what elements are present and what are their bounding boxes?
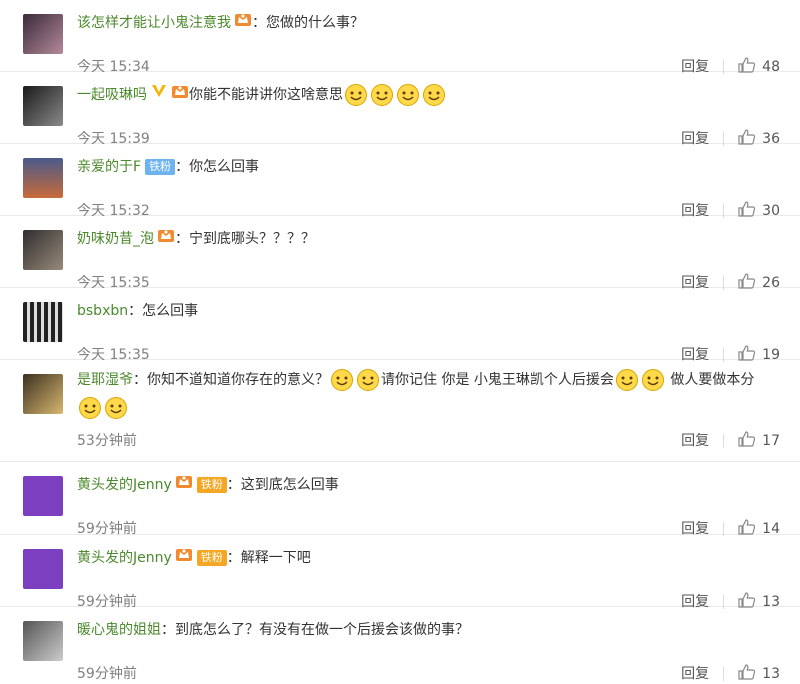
reply-button[interactable]: 回复 [681, 663, 709, 683]
vip-crown-icon [175, 546, 193, 570]
vip-crown-icon [157, 227, 175, 251]
avatar[interactable] [23, 621, 63, 661]
verified-v-icon [150, 83, 168, 107]
comment-actions: 回复 17 [681, 430, 780, 451]
comment-text: 做人要做本分 [670, 372, 755, 388]
thumbs-up-icon[interactable] [738, 431, 756, 451]
comment-item: 暖心鬼的姐姐：到底怎么了？有没有在做一个后援会该做的事？ 59分钟前 回复 13 [0, 607, 800, 684]
username-link[interactable]: 暖心鬼的姐姐 [77, 622, 161, 638]
comment-text: 你知不道知道你存在的意义？ [147, 372, 329, 388]
comment-text: 这到底怎么回事 [240, 477, 339, 493]
like-count: 13 [762, 666, 780, 682]
username-link[interactable]: 亲爱的于F [77, 159, 141, 175]
smiley-emoji-icon [78, 396, 102, 420]
smiley-emoji-icon [356, 368, 380, 392]
like-count: 17 [762, 433, 780, 449]
separator: ： [128, 303, 143, 319]
comment-text: 解释一下吧 [240, 550, 311, 566]
comment-item: bsbxbn：怎么回事 今天 15:35 回复 19 [0, 288, 800, 363]
comment-list: 该怎样才能让小鬼注意我 ：您做的什么事？ 今天 15:34 回复 48 一起吸琳吗你… [0, 0, 800, 684]
smiley-emoji-icon [370, 83, 394, 107]
comment-item: 黄头发的Jenny 铁粉 ：这到底怎么回事 59分钟前 回复 14 [0, 462, 800, 537]
comment-item: 奶味奶昔_泡 ：宁到底哪头？？？？ 今天 15:35 回复 26 [0, 216, 800, 291]
smiley-emoji-icon [615, 368, 639, 392]
username-link[interactable]: 黄头发的Jenny [77, 477, 172, 493]
comment-text: 您做的什么事？ [266, 15, 364, 31]
comment-text: 到底怎么了？有没有在做一个后援会该做的事？ [175, 622, 469, 638]
avatar[interactable] [23, 86, 63, 126]
comment-item: 是耶湿爷：你知不道知道你存在的意义？ 请你记住 你是 小鬼王琳凯个人后援会 做人要… [0, 360, 800, 462]
avatar[interactable] [23, 158, 63, 198]
separator: ： [226, 550, 241, 566]
separator: ： [175, 159, 190, 175]
smiley-emoji-icon [104, 396, 128, 420]
separator: ： [161, 622, 175, 638]
avatar[interactable] [23, 14, 63, 54]
vip-crown-icon [171, 83, 189, 107]
avatar[interactable] [23, 230, 63, 270]
smiley-emoji-icon [344, 83, 368, 107]
comment-time: 59分钟前 [77, 666, 137, 682]
action-divider [723, 522, 725, 536]
username-link[interactable]: 一起吸琳吗 [77, 87, 147, 103]
comment-item: 该怎样才能让小鬼注意我 ：您做的什么事？ 今天 15:34 回复 48 [0, 0, 800, 75]
avatar[interactable] [23, 549, 63, 589]
avatar[interactable] [23, 374, 63, 414]
vip-crown-icon [175, 473, 193, 497]
thumbs-up-icon[interactable] [738, 664, 756, 684]
comment-item: 黄头发的Jenny 铁粉 ：解释一下吧 59分钟前 回复 13 [0, 535, 800, 610]
username-link[interactable]: 是耶湿爷 [77, 372, 133, 388]
action-divider [723, 667, 725, 681]
username-link[interactable]: 奶味奶昔_泡 [77, 231, 154, 247]
smiley-emoji-icon [330, 368, 354, 392]
username-link[interactable]: 该怎样才能让小鬼注意我 [77, 15, 231, 31]
vip-crown-icon [234, 11, 252, 35]
separator: ： [133, 372, 147, 388]
comment-text: 宁到底哪头？？？？ [189, 231, 315, 247]
action-divider [723, 434, 725, 448]
comment-text: 请你记住 你是 小鬼王琳凯个人后援会 [381, 372, 614, 388]
fan-badge: 铁粉 [196, 477, 227, 493]
comment-item: 一起吸琳吗 你能不能讲讲你这啥意思 今天 15:39 回复 36 [0, 72, 800, 147]
smiley-emoji-icon [396, 83, 420, 107]
smiley-emoji-icon [641, 368, 665, 392]
separator: ： [175, 231, 189, 247]
comment-text: 怎么回事 [142, 303, 199, 319]
avatar[interactable] [23, 476, 63, 516]
username-link[interactable]: bsbxbn [77, 303, 128, 319]
fan-badge: 铁粉 [145, 159, 176, 175]
username-link[interactable]: 黄头发的Jenny [77, 550, 172, 566]
comment-text: 你怎么回事 [189, 159, 260, 175]
separator: ： [252, 15, 266, 31]
comment-text: 你能不能讲讲你这啥意思 [189, 87, 343, 103]
fan-badge: 铁粉 [196, 550, 227, 566]
smiley-emoji-icon [422, 83, 446, 107]
comment-time: 53分钟前 [77, 433, 137, 449]
comment-item: 亲爱的于F 铁粉 ：你怎么回事 今天 15:32 回复 30 [0, 144, 800, 219]
avatar[interactable] [23, 302, 63, 342]
separator: ： [226, 477, 241, 493]
reply-button[interactable]: 回复 [681, 430, 709, 450]
